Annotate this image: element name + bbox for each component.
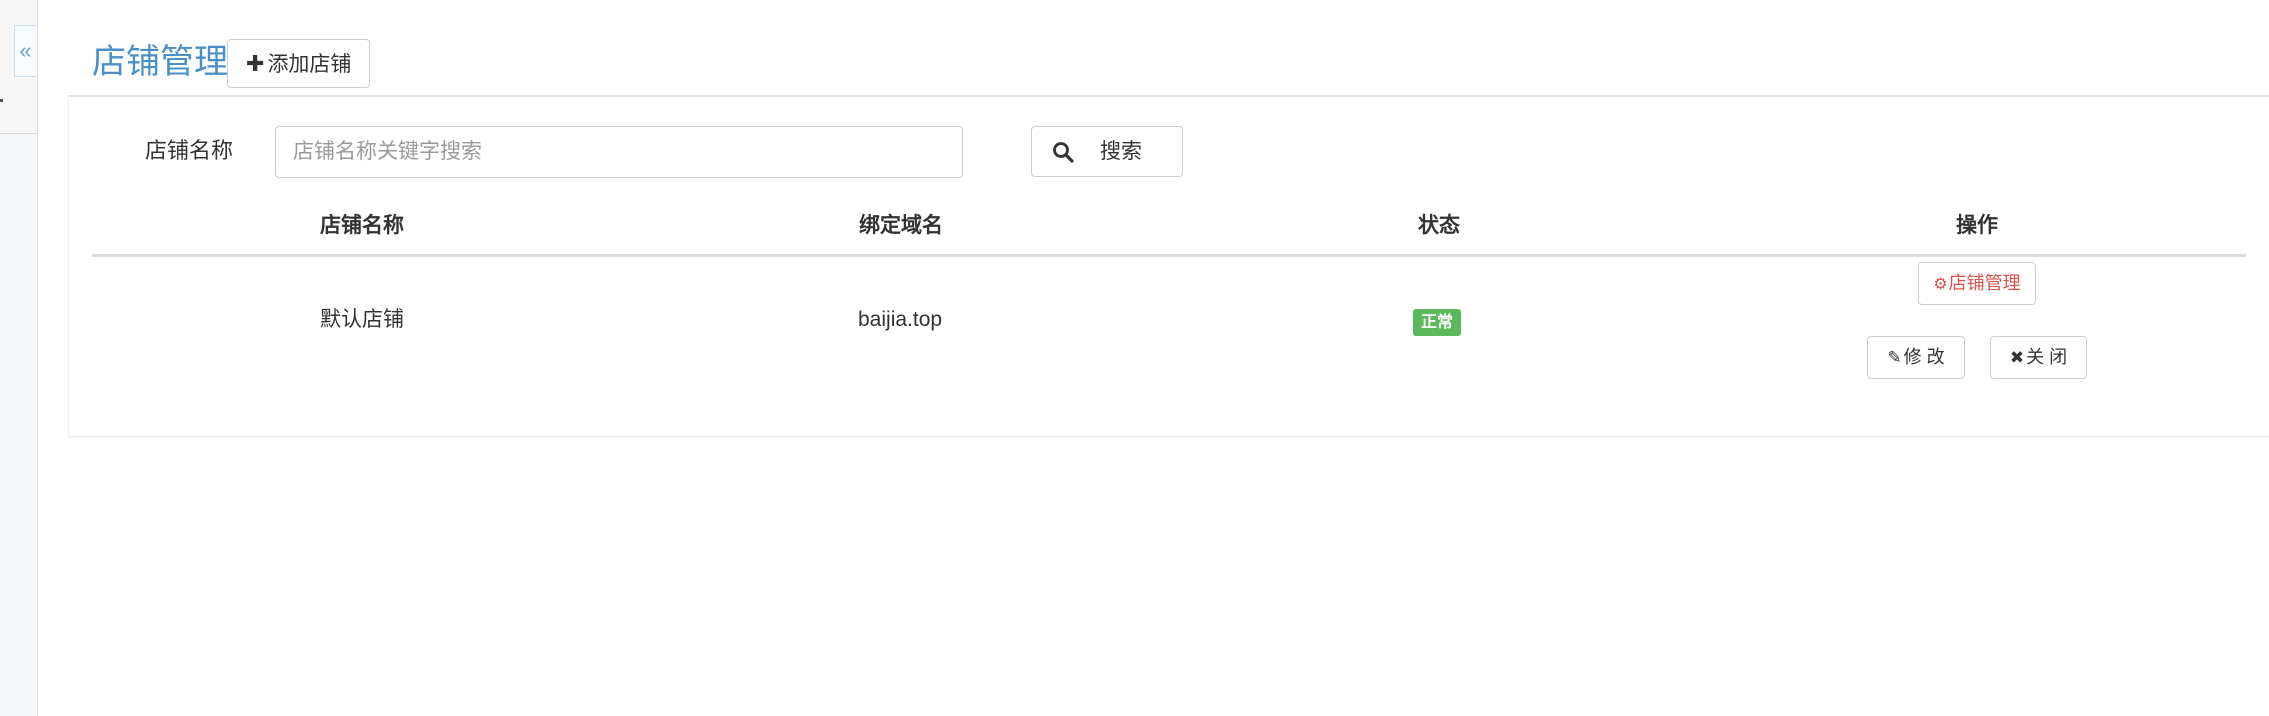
page-header: 店铺管理 ✚ 添加店铺 [68, 0, 2269, 97]
add-shop-button[interactable]: ✚ 添加店铺 [227, 39, 371, 88]
shop-name-cell: 默认店铺 [320, 308, 404, 331]
edit-button-label: 修 改 [1903, 347, 1945, 367]
domain-cell: baijia.top [858, 308, 943, 331]
close-shop-button-label: 关 闭 [2026, 347, 2068, 367]
search-button-label: 搜索 [1100, 140, 1142, 163]
pencil-icon: ✎ [1887, 348, 1902, 367]
shop-name-search-input[interactable] [275, 126, 963, 178]
edit-button[interactable]: ✎ 修 改 [1867, 336, 1965, 379]
shop-manage-button[interactable]: ⚙店铺管理 [1918, 262, 2036, 305]
double-chevron-left-icon: « [19, 38, 32, 63]
close-shop-button[interactable]: ✖ 关 闭 [1990, 336, 2087, 379]
column-header-domain: 绑定域名 [859, 214, 943, 237]
search-button[interactable]: 搜索 [1031, 126, 1183, 177]
plus-icon: ✚ [246, 51, 265, 76]
sidebar-collapse-button[interactable]: « [14, 25, 36, 77]
gear-icon: ⚙ [1933, 276, 1948, 293]
search-icon [1053, 142, 1074, 163]
page-title: 店铺管理 [92, 43, 228, 81]
shop-manage-button-label: 店铺管理 [1948, 273, 2021, 293]
column-header-status: 状态 [1418, 214, 1460, 237]
column-header-shop-name: 店铺名称 [320, 214, 404, 237]
column-header-actions: 操作 [1956, 214, 1998, 237]
status-badge: 正常 [1413, 309, 1462, 336]
sidebar-marker [0, 99, 3, 102]
search-label: 店铺名称 [145, 138, 234, 163]
table-header: 店铺名称 绑定域名 状态 操作 [92, 208, 2246, 257]
add-shop-button-label: 添加店铺 [267, 53, 352, 76]
close-icon: ✖ [2009, 348, 2025, 367]
left-sidebar-rail: « [0, 0, 38, 716]
